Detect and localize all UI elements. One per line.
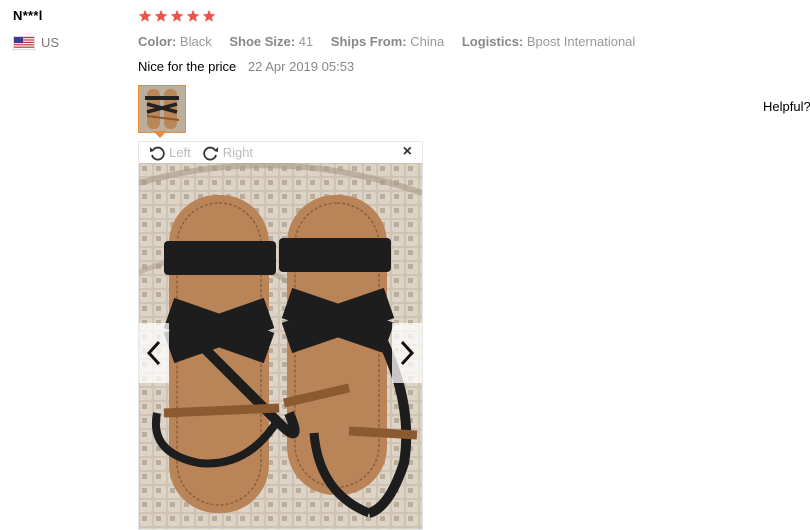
attr-logistics: Logistics: Bpost International: [461, 34, 636, 49]
viewer-toolbar: Left Right ×: [139, 142, 422, 163]
reviewer-name: N***l: [13, 8, 43, 23]
photo-viewer: Left Right ×: [138, 141, 423, 530]
rotate-right-icon: [203, 145, 219, 161]
previous-photo-button[interactable]: [139, 323, 169, 383]
feedback-date: 22 Apr 2019 05:53: [247, 59, 355, 74]
chevron-right-icon: [399, 340, 415, 366]
attr-shoe-size: Shoe Size: 41: [229, 34, 314, 49]
rotate-left-button[interactable]: Left: [149, 145, 191, 161]
rating-stars: [138, 9, 216, 23]
close-viewer-button[interactable]: ×: [403, 144, 412, 160]
order-attributes: Color: Black Shoe Size: 41 Ships From: C…: [138, 34, 649, 49]
attr-ships-from: Ships From: China: [330, 34, 445, 49]
reviewer-country: US: [13, 35, 59, 50]
chevron-left-icon: [146, 340, 162, 366]
review-feedback: Nice for the price 22 Apr 2019 05:53: [138, 59, 354, 74]
star-icon: [186, 9, 200, 23]
rotate-left-icon: [149, 145, 165, 161]
next-photo-button[interactable]: [392, 323, 422, 383]
rotate-right-label: Right: [222, 145, 254, 160]
star-icon: [154, 9, 168, 23]
rotate-left-label: Left: [169, 145, 191, 160]
star-icon: [138, 9, 152, 23]
review-photo-thumbnail[interactable]: [138, 85, 186, 133]
rotate-right-button[interactable]: Right: [203, 145, 253, 161]
attr-color: Color: Black: [138, 34, 212, 49]
us-flag-icon: [13, 35, 35, 50]
review-photo: [139, 163, 422, 529]
star-icon: [202, 9, 216, 23]
thumbnail-pointer: [153, 131, 167, 138]
helpful-label[interactable]: Helpful?: [763, 99, 810, 114]
country-code: US: [41, 35, 60, 50]
star-icon: [170, 9, 184, 23]
feedback-text: Nice for the price: [138, 59, 237, 74]
